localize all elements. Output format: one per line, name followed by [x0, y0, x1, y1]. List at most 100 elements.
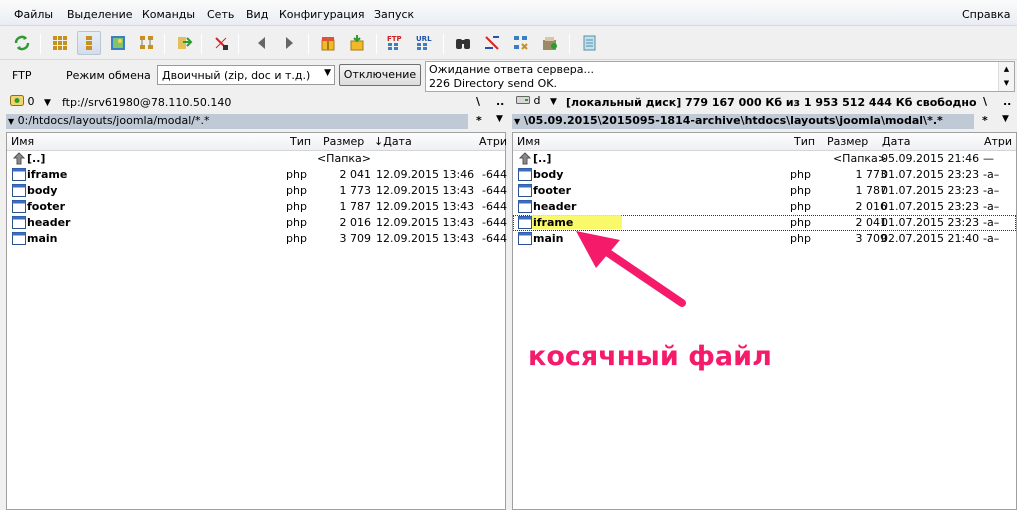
chevron-down-icon[interactable]: ▼ [1002, 114, 1009, 124]
menu-configuration[interactable]: Конфигурация [279, 8, 365, 21]
menu-commands[interactable]: Команды [142, 8, 195, 21]
menu-launch[interactable]: Запуск [374, 8, 414, 21]
file-name: main [533, 232, 564, 245]
file-size: 2 041 [339, 168, 372, 181]
file-row[interactable]: main php 3 709 02.07.2015 21:40 -a– [513, 231, 1016, 247]
url-connect-icon[interactable]: URL [413, 31, 437, 55]
file-type: php [286, 232, 307, 245]
ftp-connect-icon[interactable]: FTP [384, 31, 408, 55]
file-date: 01.07.2015 23:23 [881, 168, 980, 181]
file-date: 01.07.2015 23:23 [881, 200, 980, 213]
log-scrollbar[interactable]: ▲ ▼ [998, 62, 1014, 91]
right-up-button[interactable]: .. [1003, 95, 1011, 108]
left-drive-bar: 0 ▼ ftp://srv61980@78.110.50.140 \ .. [6, 92, 506, 112]
chevron-down-icon: ▼ [549, 97, 557, 107]
right-filter-button[interactable]: * [982, 114, 988, 127]
right-drive-select[interactable]: d ▼ [516, 94, 557, 110]
parent-dir-row[interactable]: [..] <Папка> [7, 151, 505, 167]
file-type: php [790, 184, 811, 197]
toolbar-separator [376, 34, 377, 54]
transfer-mode-select[interactable]: Двоичный (zip, doc и т.д.) ▼ [157, 65, 335, 85]
column-type[interactable]: Тип [794, 135, 815, 148]
disk-drive-icon [516, 96, 530, 104]
menu-network[interactable]: Сеть [207, 8, 234, 21]
rename-icon[interactable] [480, 31, 504, 55]
column-date[interactable]: Дата [882, 135, 910, 148]
menu-files[interactable]: Файлы [14, 8, 53, 21]
refresh-icon[interactable] [10, 31, 34, 55]
file-date: 12.09.2015 13:43 [376, 200, 475, 213]
menu-view[interactable]: Вид [246, 8, 268, 21]
right-drive-bar: d ▼ [локальный диск] 779 167 000 Кб из 1… [512, 92, 1017, 112]
sync-icon[interactable] [509, 31, 533, 55]
column-name[interactable]: Имя [517, 135, 540, 148]
scroll-down-icon[interactable]: ▼ [999, 76, 1014, 90]
php-file-icon [12, 216, 26, 229]
file-row[interactable]: footer php 1 787 01.07.2015 23:23 -a– [513, 183, 1016, 199]
file-attr: — [983, 152, 994, 165]
column-date[interactable]: ↓Дата [374, 135, 412, 148]
brief-view-icon[interactable] [48, 31, 72, 55]
left-drive-select[interactable]: 0 ▼ [10, 94, 51, 110]
right-drive-info: [локальный диск] 779 167 000 Кб из 1 953… [566, 96, 977, 109]
file-attr: -644 [482, 216, 507, 229]
menu-help[interactable]: Справка [962, 8, 1010, 21]
right-column-header: Имя Тип Размер Дата Атри [513, 133, 1016, 151]
php-file-icon [518, 200, 532, 213]
svg-text:URL: URL [416, 35, 432, 43]
file-name: main [27, 232, 58, 245]
menu-bar: Файлы Выделение Команды Сеть Вид Конфигу… [0, 0, 1017, 26]
ftp-label: FTP [12, 69, 32, 82]
file-name: body [533, 168, 564, 181]
file-row[interactable]: header php 2 016 01.07.2015 23:23 -a– [513, 199, 1016, 215]
file-row[interactable]: iframe php 2 041 01.07.2015 23:23 -a– [513, 215, 1016, 231]
file-type: php [286, 200, 307, 213]
column-attr[interactable]: Атри [984, 135, 1012, 148]
column-size[interactable]: Размер [827, 135, 868, 148]
toolbar-separator [308, 34, 309, 54]
column-attr[interactable]: Атри [479, 135, 507, 148]
edit-icon[interactable] [209, 31, 233, 55]
unpack-icon[interactable] [345, 31, 369, 55]
column-size[interactable]: Размер [323, 135, 364, 148]
archive-icon[interactable] [538, 31, 562, 55]
toolbar-separator [569, 34, 570, 54]
find-icon[interactable] [451, 31, 475, 55]
pack-icon[interactable] [316, 31, 340, 55]
thumbnail-icon[interactable] [106, 31, 130, 55]
notepad-icon[interactable] [577, 31, 601, 55]
php-file-icon [518, 216, 532, 229]
column-name[interactable]: Имя [11, 135, 34, 148]
left-path[interactable]: ▼ 0:/htdocs/layouts/joomla/modal/*.* [6, 114, 468, 129]
back-icon[interactable] [250, 31, 274, 55]
disconnect-button[interactable]: Отключение [339, 64, 421, 86]
file-row[interactable]: main php 3 709 12.09.2015 13:43 -644 [7, 231, 507, 247]
file-row[interactable]: footer php 1 787 12.09.2015 13:43 -644 [7, 199, 507, 215]
file-date: 02.07.2015 21:40 [881, 232, 980, 245]
forward-icon[interactable] [277, 31, 301, 55]
full-view-icon[interactable] [77, 31, 101, 55]
toolbar-separator [201, 34, 202, 54]
left-up-button[interactable]: .. [496, 95, 504, 108]
chevron-down-icon[interactable]: ▼ [496, 114, 503, 124]
menu-selection[interactable]: Выделение [67, 8, 133, 21]
toolbar-separator [443, 34, 444, 54]
right-root-button[interactable]: \ [983, 95, 987, 108]
right-file-list[interactable]: Имя Тип Размер Дата Атри [..] <Папка> 05.0… [512, 132, 1017, 510]
parent-dir-row[interactable]: [..] <Папка> 05.09.2015 21:46— [513, 151, 1016, 167]
file-attr: -a– [983, 168, 1000, 181]
left-file-list[interactable]: Имя Тип Размер ↓Дата Атри [..] <Папка> ifr… [6, 132, 507, 510]
tree-icon[interactable] [135, 31, 159, 55]
file-size: <Папка> [832, 152, 887, 165]
file-row[interactable]: header php 2 016 12.09.2015 13:43 -644 [7, 215, 507, 231]
file-row[interactable]: iframe php 2 041 12.09.2015 13:46 -644 [7, 167, 507, 183]
column-type[interactable]: Тип [290, 135, 311, 148]
scroll-up-icon[interactable]: ▲ [999, 62, 1014, 76]
file-row[interactable]: body php 1 773 01.07.2015 23:23 -a– [513, 167, 1016, 183]
file-row[interactable]: body php 1 773 12.09.2015 13:43 -644 [7, 183, 507, 199]
right-path[interactable]: ▼ \05.09.2015\2015095-1814-archive\htdoc… [512, 114, 974, 129]
compare-icon[interactable] [172, 31, 196, 55]
transfer-mode-value: Двоичный (zip, doc и т.д.) [162, 69, 311, 82]
left-root-button[interactable]: \ [476, 95, 480, 108]
left-filter-button[interactable]: * [476, 114, 482, 127]
